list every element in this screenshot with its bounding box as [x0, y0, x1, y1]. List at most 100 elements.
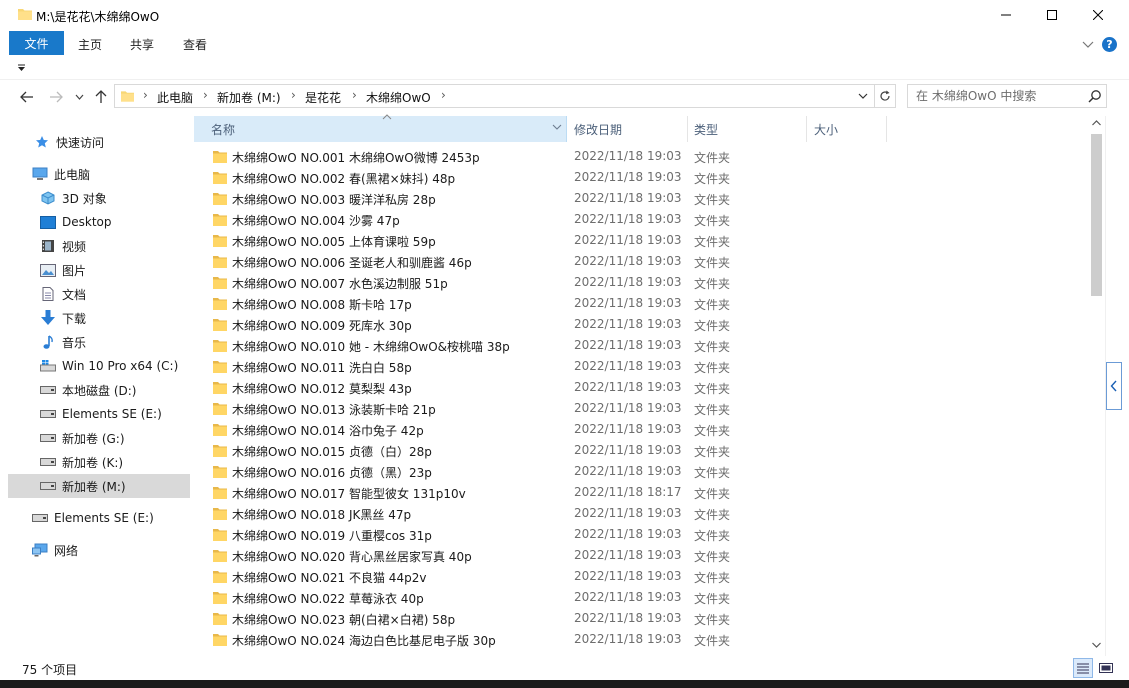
nav-item-downloads[interactable]: 下载 [8, 306, 190, 330]
close-button[interactable] [1075, 0, 1121, 30]
nav-item-network[interactable]: 网络 [8, 538, 190, 562]
nav-item-music[interactable]: 音乐 [8, 330, 190, 354]
minimize-button[interactable] [983, 0, 1029, 30]
navigation-pane: 快速访问 此电脑 3D 对象 Desktop 视频 图片 文档 下载 音乐 Wi… [8, 116, 190, 656]
forward-button[interactable] [47, 88, 65, 106]
table-row[interactable]: 木绵绵OwO NO.013 泳装斯卡哈 21p 2022/11/18 19:03 文… [194, 398, 1088, 419]
file-date: 2022/11/18 19:03 [574, 317, 682, 331]
table-row[interactable]: 木绵绵OwO NO.019 八重樱cos 31p 2022/11/18 19:03… [194, 524, 1088, 545]
nav-item-drive-m[interactable]: 新加卷 (M:) [8, 474, 190, 498]
table-row[interactable]: 木绵绵OwO NO.016 贞德（黑）23p 2022/11/18 19:03 文件… [194, 461, 1088, 482]
quick-access-toolbar [0, 56, 1129, 80]
scroll-down-icon[interactable] [1091, 640, 1102, 650]
folder-icon [213, 193, 227, 205]
up-arrow-icon [95, 90, 107, 103]
breadcrumb-current[interactable]: 木绵绵OwO [366, 89, 431, 106]
back-button[interactable] [18, 88, 36, 106]
customize-toolbar-icon[interactable] [17, 64, 26, 72]
column-header-type[interactable]: 类型 [694, 121, 718, 138]
star-icon [34, 135, 50, 149]
table-row[interactable]: 木绵绵OwO NO.004 沙雾 47p 2022/11/18 19:03 文件夹 [194, 209, 1088, 230]
file-name: 木绵绵OwO NO.023 朝(白裙×白裙) 58p [232, 613, 456, 627]
table-row[interactable]: 木绵绵OwO NO.007 水色溪边制服 51p 2022/11/18 19:03… [194, 272, 1088, 293]
breadcrumb-drive-m[interactable]: 新加卷 (M:) [217, 89, 281, 106]
table-row[interactable]: 木绵绵OwO NO.003 暖洋洋私房 28p 2022/11/18 19:03 文… [194, 188, 1088, 209]
table-row[interactable]: 木绵绵OwO NO.015 贞德（白）28p 2022/11/18 19:03 文件… [194, 440, 1088, 461]
expand-ribbon-icon[interactable] [1081, 37, 1095, 51]
nav-item-drive-k[interactable]: 新加卷 (K:) [8, 450, 190, 474]
address-bar[interactable]: › 此电脑 › 新加卷 (M:) › 是花花 › 木绵绵OwO › [114, 84, 875, 108]
table-row[interactable]: 木绵绵OwO NO.006 圣诞老人和驯鹿酱 46p 2022/11/18 19:… [194, 251, 1088, 272]
file-type: 文件夹 [694, 340, 731, 354]
table-row[interactable]: 木绵绵OwO NO.020 背心黑丝居家写真 40p 2022/11/18 19:… [194, 545, 1088, 566]
desktop-icon [40, 215, 56, 229]
nav-item-drive-c[interactable]: Win 10 Pro x64 (C:) [8, 354, 190, 378]
table-row[interactable]: 木绵绵OwO NO.010 她 - 木绵绵OwO&桉桃喵 38p 2022/11/… [194, 335, 1088, 356]
details-view-button[interactable] [1073, 658, 1093, 678]
table-row[interactable]: 木绵绵OwO NO.024 海边白色比基尼电子版 30p 2022/11/18 1… [194, 629, 1088, 650]
search-icon[interactable] [1088, 89, 1102, 103]
folder-icon [213, 151, 227, 163]
search-box[interactable] [907, 84, 1107, 108]
file-type: 文件夹 [694, 466, 731, 480]
breadcrumb-folder[interactable]: 是花花 [305, 89, 341, 106]
recent-locations-button[interactable] [72, 88, 86, 106]
table-row[interactable]: 木绵绵OwO NO.023 朝(白裙×白裙) 58p 2022/11/18 19:… [194, 608, 1088, 629]
table-row[interactable]: 木绵绵OwO NO.018 JK黑丝 47p 2022/11/18 19:03 文件… [194, 503, 1088, 524]
table-row[interactable]: 木绵绵OwO NO.014 浴巾兔子 42p 2022/11/18 19:03 文件… [194, 419, 1088, 440]
file-name: 木绵绵OwO NO.013 泳装斯卡哈 21p [232, 403, 436, 417]
column-header-size[interactable]: 大小 [814, 121, 838, 138]
nav-item-pictures[interactable]: 图片 [8, 258, 190, 282]
address-dropdown-icon[interactable] [857, 90, 869, 102]
file-name: 木绵绵OwO NO.002 春(黑裙×妹抖) 48p [232, 172, 456, 186]
vertical-scrollbar[interactable] [1088, 116, 1105, 656]
large-icons-view-button[interactable] [1096, 658, 1116, 678]
breadcrumb-this-pc[interactable]: 此电脑 [157, 89, 193, 106]
table-row[interactable]: 木绵绵OwO NO.021 不良猫 44p2v 2022/11/18 19:03 文… [194, 566, 1088, 587]
table-row[interactable]: 木绵绵OwO NO.009 死库水 30p 2022/11/18 19:03 文件夹 [194, 314, 1088, 335]
file-name: 木绵绵OwO NO.024 海边白色比基尼电子版 30p [232, 634, 496, 648]
details-view-icon [1077, 663, 1089, 674]
table-row[interactable]: 木绵绵OwO NO.001 木绵绵OwO微博 2453p 2022/11/18 1… [194, 146, 1088, 167]
nav-item-elements-se[interactable]: Elements SE (E:) [8, 506, 190, 530]
chevron-down-icon[interactable] [552, 122, 562, 132]
tab-file[interactable]: 文件 [9, 31, 64, 55]
nav-item-desktop[interactable]: Desktop [8, 210, 190, 234]
address-row: › 此电脑 › 新加卷 (M:) › 是花花 › 木绵绵OwO › [0, 80, 1129, 114]
folder-icon [213, 634, 227, 646]
nav-item-drive-e[interactable]: Elements SE (E:) [8, 402, 190, 426]
nav-item-drive-g[interactable]: 新加卷 (G:) [8, 426, 190, 450]
nav-item-quick-access[interactable]: 快速访问 [8, 130, 190, 154]
nav-item-3d-objects[interactable]: 3D 对象 [8, 186, 190, 210]
column-divider[interactable] [886, 116, 887, 142]
up-button[interactable] [92, 88, 110, 106]
column-divider[interactable] [687, 116, 688, 142]
nav-item-videos[interactable]: 视频 [8, 234, 190, 258]
tab-share[interactable]: 共享 [130, 36, 154, 53]
nav-label: 新加卷 (M:) [62, 479, 126, 494]
nav-item-drive-d[interactable]: 本地磁盘 (D:) [8, 378, 190, 402]
table-row[interactable]: 木绵绵OwO NO.012 莫梨梨 43p 2022/11/18 19:03 文件夹 [194, 377, 1088, 398]
table-row[interactable]: 木绵绵OwO NO.017 智能型彼女 131p10v 2022/11/18 18… [194, 482, 1088, 503]
help-icon[interactable]: ? [1102, 37, 1117, 52]
scroll-thumb[interactable] [1091, 134, 1102, 296]
nav-item-documents[interactable]: 文档 [8, 282, 190, 306]
table-row[interactable]: 木绵绵OwO NO.008 斯卡哈 17p 2022/11/18 19:03 文件夹 [194, 293, 1088, 314]
pane-toggle-button[interactable] [1106, 362, 1122, 410]
scroll-up-icon[interactable] [1091, 118, 1102, 128]
table-row[interactable]: 木绵绵OwO NO.011 洗白白 58p 2022/11/18 19:03 文件夹 [194, 356, 1088, 377]
maximize-button[interactable] [1029, 0, 1075, 30]
table-row[interactable]: 木绵绵OwO NO.002 春(黑裙×妹抖) 48p 2022/11/18 19:… [194, 167, 1088, 188]
column-header-name[interactable]: 名称 [194, 114, 567, 142]
table-row[interactable]: 木绵绵OwO NO.005 上体育课啦 59p 2022/11/18 19:03 文… [194, 230, 1088, 251]
file-type: 文件夹 [694, 424, 731, 438]
search-input[interactable] [908, 85, 1083, 107]
table-row[interactable]: 木绵绵OwO NO.022 草莓泳衣 40p 2022/11/18 19:03 文件… [194, 587, 1088, 608]
column-header-date[interactable]: 修改日期 [574, 121, 622, 138]
tab-home[interactable]: 主页 [78, 36, 102, 53]
refresh-button[interactable] [874, 84, 896, 108]
tab-view[interactable]: 查看 [183, 36, 207, 53]
file-date: 2022/11/18 19:03 [574, 359, 682, 373]
column-divider[interactable] [806, 116, 807, 142]
nav-item-this-pc[interactable]: 此电脑 [8, 162, 190, 186]
